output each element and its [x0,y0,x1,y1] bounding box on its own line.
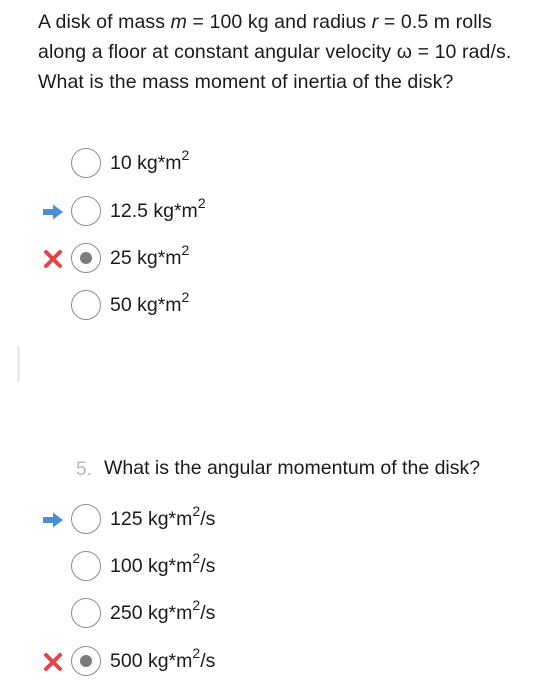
q1-option-2-label: 12.5 kg*m2 [110,194,206,223]
mass-variable: m [170,11,187,33]
q1-option-3-label: 25 kg*m2 [110,241,190,270]
q1-option-4-label: 50 kg*m2 [110,288,190,317]
correct-answer-arrow-icon [43,512,63,528]
q2-option-2[interactable]: 100 kg*m2/s [0,550,537,584]
q2-option-1-label: 125 kg*m2/s [110,502,216,531]
q1-option-1-radio[interactable] [71,148,101,178]
q1-option-1-label: 10 kg*m2 [110,146,190,175]
q2-option-3[interactable]: 250 kg*m2/s [0,597,537,631]
faint-edge-mark [17,346,20,382]
question-2-text: What is the angular momentum of the disk… [104,457,481,479]
q2-option-4-label: 500 kg*m2/s [110,644,216,673]
q2-option-2-radio[interactable] [71,551,101,581]
incorrect-x-icon [44,653,62,671]
q1-option-2-radio[interactable] [71,196,101,226]
q2-option-4-radio[interactable] [71,646,101,676]
q1-option-3-radio[interactable] [71,243,101,273]
q1-option-4[interactable]: 50 kg*m2 [0,289,537,323]
incorrect-x-icon [44,250,62,268]
q1-option-2[interactable]: 12.5 kg*m2 [0,195,537,229]
q1-option-3[interactable]: 25 kg*m2 [0,242,537,276]
q1-option-1[interactable]: 10 kg*m2 [0,147,537,181]
question-1-text-part: = 100 kg and radius [186,11,372,33]
q2-option-4[interactable]: 500 kg*m2/s [0,645,537,679]
quiz-results-page: { "question1": { "text_before_m": "A dis… [0,0,537,700]
q2-option-1[interactable]: 125 kg*m2/s [0,503,537,537]
q2-option-1-radio[interactable] [71,504,101,534]
q1-option-4-radio[interactable] [71,290,101,320]
correct-answer-arrow-icon [43,204,63,220]
q2-option-3-radio[interactable] [71,598,101,628]
question-1-text-part: A disk of mass [38,11,171,33]
q2-option-2-label: 100 kg*m2/s [110,549,216,578]
question-2-number: 5. [76,459,92,480]
question-1-text: A disk of mass m = 100 kg and radius r =… [38,7,530,97]
q2-option-3-label: 250 kg*m2/s [110,596,216,625]
